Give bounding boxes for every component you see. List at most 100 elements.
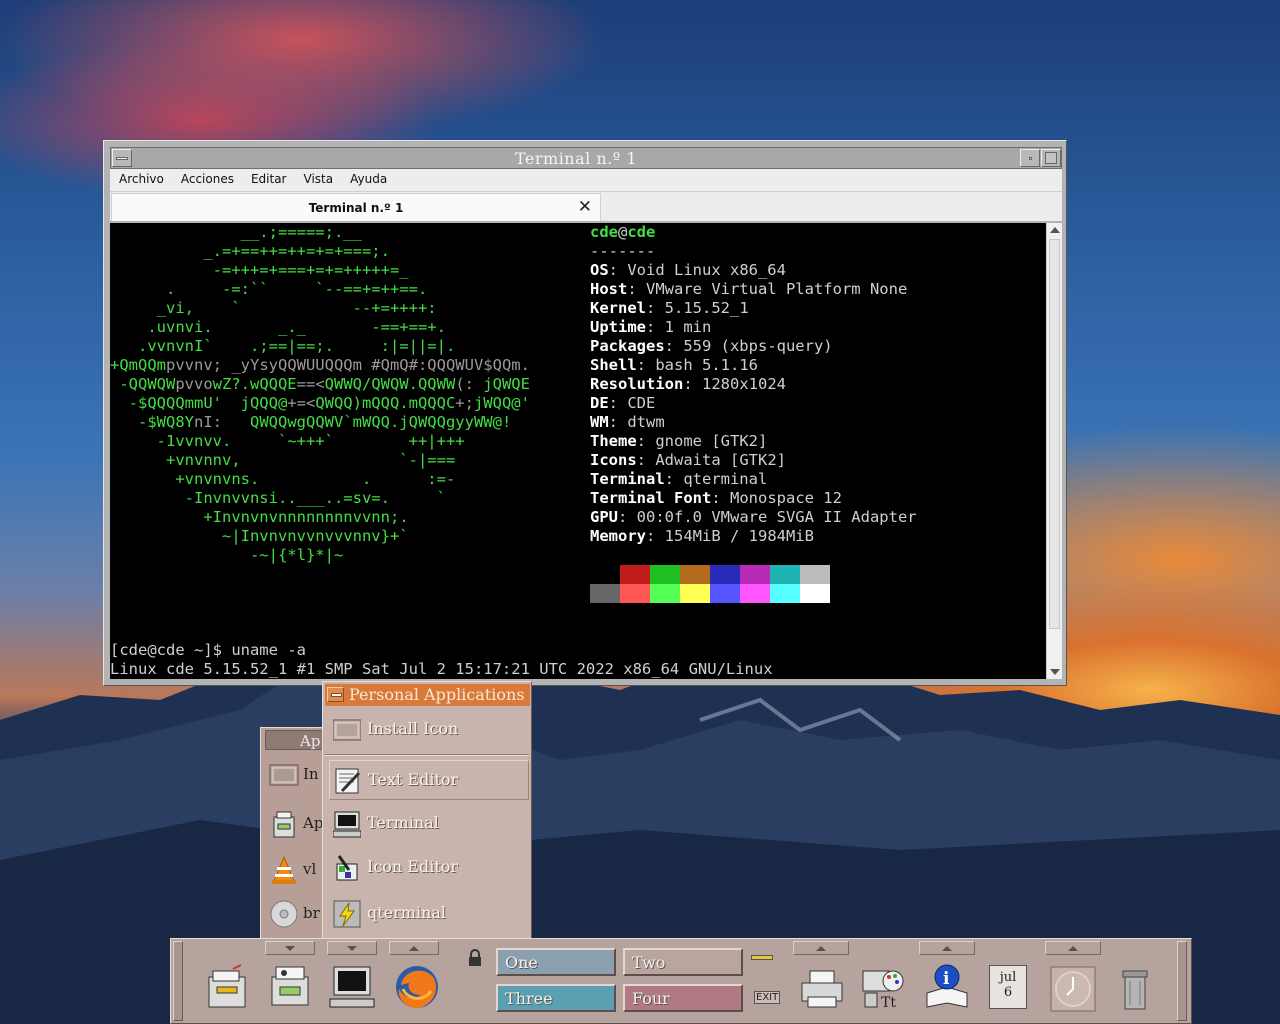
menu-item-install-icon[interactable]: Install Icon — [329, 710, 529, 750]
printer-icon[interactable] — [798, 965, 846, 1013]
color-swatch — [650, 584, 680, 603]
color-swatch — [680, 565, 710, 584]
menu-ayuda[interactable]: Ayuda — [341, 169, 395, 186]
clock-icon[interactable] — [1049, 965, 1097, 1013]
maximize-button[interactable] — [1041, 149, 1061, 167]
tab-terminal-1[interactable]: Terminal n.º 1 ✕ — [111, 193, 601, 221]
subpanel-arrow[interactable] — [327, 941, 377, 955]
minimize-button[interactable] — [1020, 149, 1040, 167]
logo-line: _.=+==++=++=+=+===;. — [110, 242, 390, 260]
neofetch-key: Icons — [590, 451, 637, 469]
workspace-one-button[interactable]: One — [496, 948, 616, 976]
workspace-two-button[interactable]: Two — [623, 948, 743, 976]
logo-line: . -=:`` `--==+=++==. — [110, 280, 428, 298]
shell-output: [cde@cde ~]$ uname -a Linux cde 5.15.52_… — [110, 641, 773, 679]
panel-handle-left[interactable] — [173, 941, 183, 1021]
menu-acciones[interactable]: Acciones — [172, 169, 242, 186]
file-manager-icon[interactable] — [203, 963, 251, 1011]
color-swatch — [800, 565, 830, 584]
style-manager-icon[interactable]: Tt — [859, 963, 907, 1011]
logo-line: -~|{*l}*|~ — [110, 546, 344, 564]
trash-icon[interactable] — [1111, 965, 1159, 1013]
menu-editar[interactable]: Editar — [242, 169, 295, 186]
neofetch-separator: ------- — [590, 242, 656, 260]
logo-line: -Invnvvnsi..___..=sv=. ` — [110, 489, 446, 507]
menu-item-terminal[interactable]: Terminal — [329, 804, 529, 844]
terminal-menubar: Archivo Acciones Editar Vista Ayuda — [110, 169, 1062, 191]
menu-item-label: qterminal — [367, 903, 447, 922]
scroll-up-icon[interactable] — [1050, 227, 1060, 233]
terminal-titlebar[interactable]: Terminal n.º 1 — [110, 147, 1062, 169]
personal-applications-menu[interactable]: Personal Applications Install Icon Text … — [322, 681, 532, 941]
menu-archivo[interactable]: Archivo — [110, 169, 172, 186]
exit-button[interactable]: EXIT — [754, 991, 781, 1004]
application-manager-icon[interactable] — [266, 961, 314, 1009]
applications-menu-title: Ap — [265, 730, 327, 750]
workspace-three-button[interactable]: Three — [496, 984, 616, 1012]
color-palette — [590, 565, 830, 603]
terminal-launcher-icon[interactable] — [328, 963, 376, 1011]
color-swatch — [740, 565, 770, 584]
lock-icon[interactable] — [468, 949, 482, 967]
front-panel: One Two Three Four EXIT Tt i jul 6 — [170, 938, 1192, 1024]
calendar-icon[interactable]: jul 6 — [989, 965, 1027, 1009]
applications-item-label: In — [303, 765, 319, 783]
color-swatch — [740, 584, 770, 603]
icon-editor-icon — [336, 855, 358, 881]
neofetch-key: OS — [590, 261, 609, 279]
scroll-thumb[interactable] — [1049, 239, 1060, 629]
neofetch-user: cde — [590, 223, 618, 241]
neofetch-value: : Monospace 12 — [711, 489, 842, 507]
applications-item-label: vl — [303, 860, 317, 878]
subpanel-arrow[interactable] — [389, 941, 439, 955]
applications-item-label: br — [303, 904, 320, 922]
calendar-month: jul — [999, 970, 1017, 985]
terminal-scrollbar[interactable] — [1046, 223, 1062, 679]
neofetch-value: : Adwaita [GTK2] — [636, 451, 786, 469]
menu-item-text-editor[interactable]: Text Editor — [329, 760, 529, 800]
neofetch-at: @ — [618, 223, 628, 241]
terminal-icon — [333, 811, 361, 838]
color-swatch — [620, 584, 650, 603]
terminal-window[interactable]: Terminal n.º 1 Archivo Acciones Editar Vist… — [103, 140, 1067, 686]
applications-menu-item[interactable]: In — [267, 760, 327, 792]
personal-applications-title-text: Personal Applications — [349, 685, 525, 704]
color-swatch — [710, 565, 740, 584]
applications-menu-item[interactable]: Ap — [267, 808, 327, 840]
panel-handle-right[interactable] — [1177, 941, 1187, 1021]
color-swatch — [770, 584, 800, 603]
applications-item-label: Ap — [303, 814, 324, 832]
neofetch-key: Packages — [590, 337, 665, 355]
file-cabinet-icon — [273, 811, 295, 838]
help-info-icon[interactable]: i — [923, 963, 971, 1011]
logo-line: -1vvnvv. `~+++` ++|+++ — [110, 432, 465, 450]
menu-item-icon-editor[interactable]: Icon Editor — [329, 848, 529, 888]
tab-close-icon[interactable]: ✕ — [578, 197, 592, 217]
workspace-four-button[interactable]: Four — [623, 984, 743, 1012]
logo-line: .uvnvi. _._ -==+==+. — [110, 318, 446, 336]
subpanel-arrow[interactable] — [1045, 941, 1101, 955]
neofetch-value: : 1280x1024 — [683, 375, 786, 393]
menu-item-label: Icon Editor — [367, 857, 459, 876]
color-swatch — [800, 584, 830, 603]
menu-close-icon[interactable] — [327, 687, 344, 702]
firefox-icon[interactable] — [393, 963, 441, 1011]
neofetch-value: : 5.15.52_1 — [646, 299, 749, 317]
applications-menu-item[interactable]: br — [267, 898, 327, 930]
neofetch-key: Host — [590, 280, 628, 298]
subpanel-arrow[interactable] — [919, 941, 975, 955]
color-swatch — [620, 565, 650, 584]
neofetch-key: GPU — [590, 508, 618, 526]
menu-vista[interactable]: Vista — [295, 169, 342, 186]
logo-line: +vnvnnv, `-|=== — [110, 451, 456, 469]
terminal-screen[interactable]: __.;=====;.__ _.=+==++=++=+=+===;. -=+++… — [110, 223, 1046, 679]
scroll-down-icon[interactable] — [1050, 669, 1060, 675]
window-menu-button[interactable] — [112, 149, 132, 167]
palette-row-normal — [590, 565, 830, 584]
subpanel-arrow[interactable] — [793, 941, 849, 955]
applications-menu-item[interactable]: vl — [267, 854, 327, 886]
subpanel-arrow[interactable] — [265, 941, 315, 955]
neofetch-value: : gnome [GTK2] — [636, 432, 768, 450]
maximize-icon — [1045, 152, 1057, 164]
menu-item-qterminal[interactable]: qterminal — [329, 894, 529, 934]
